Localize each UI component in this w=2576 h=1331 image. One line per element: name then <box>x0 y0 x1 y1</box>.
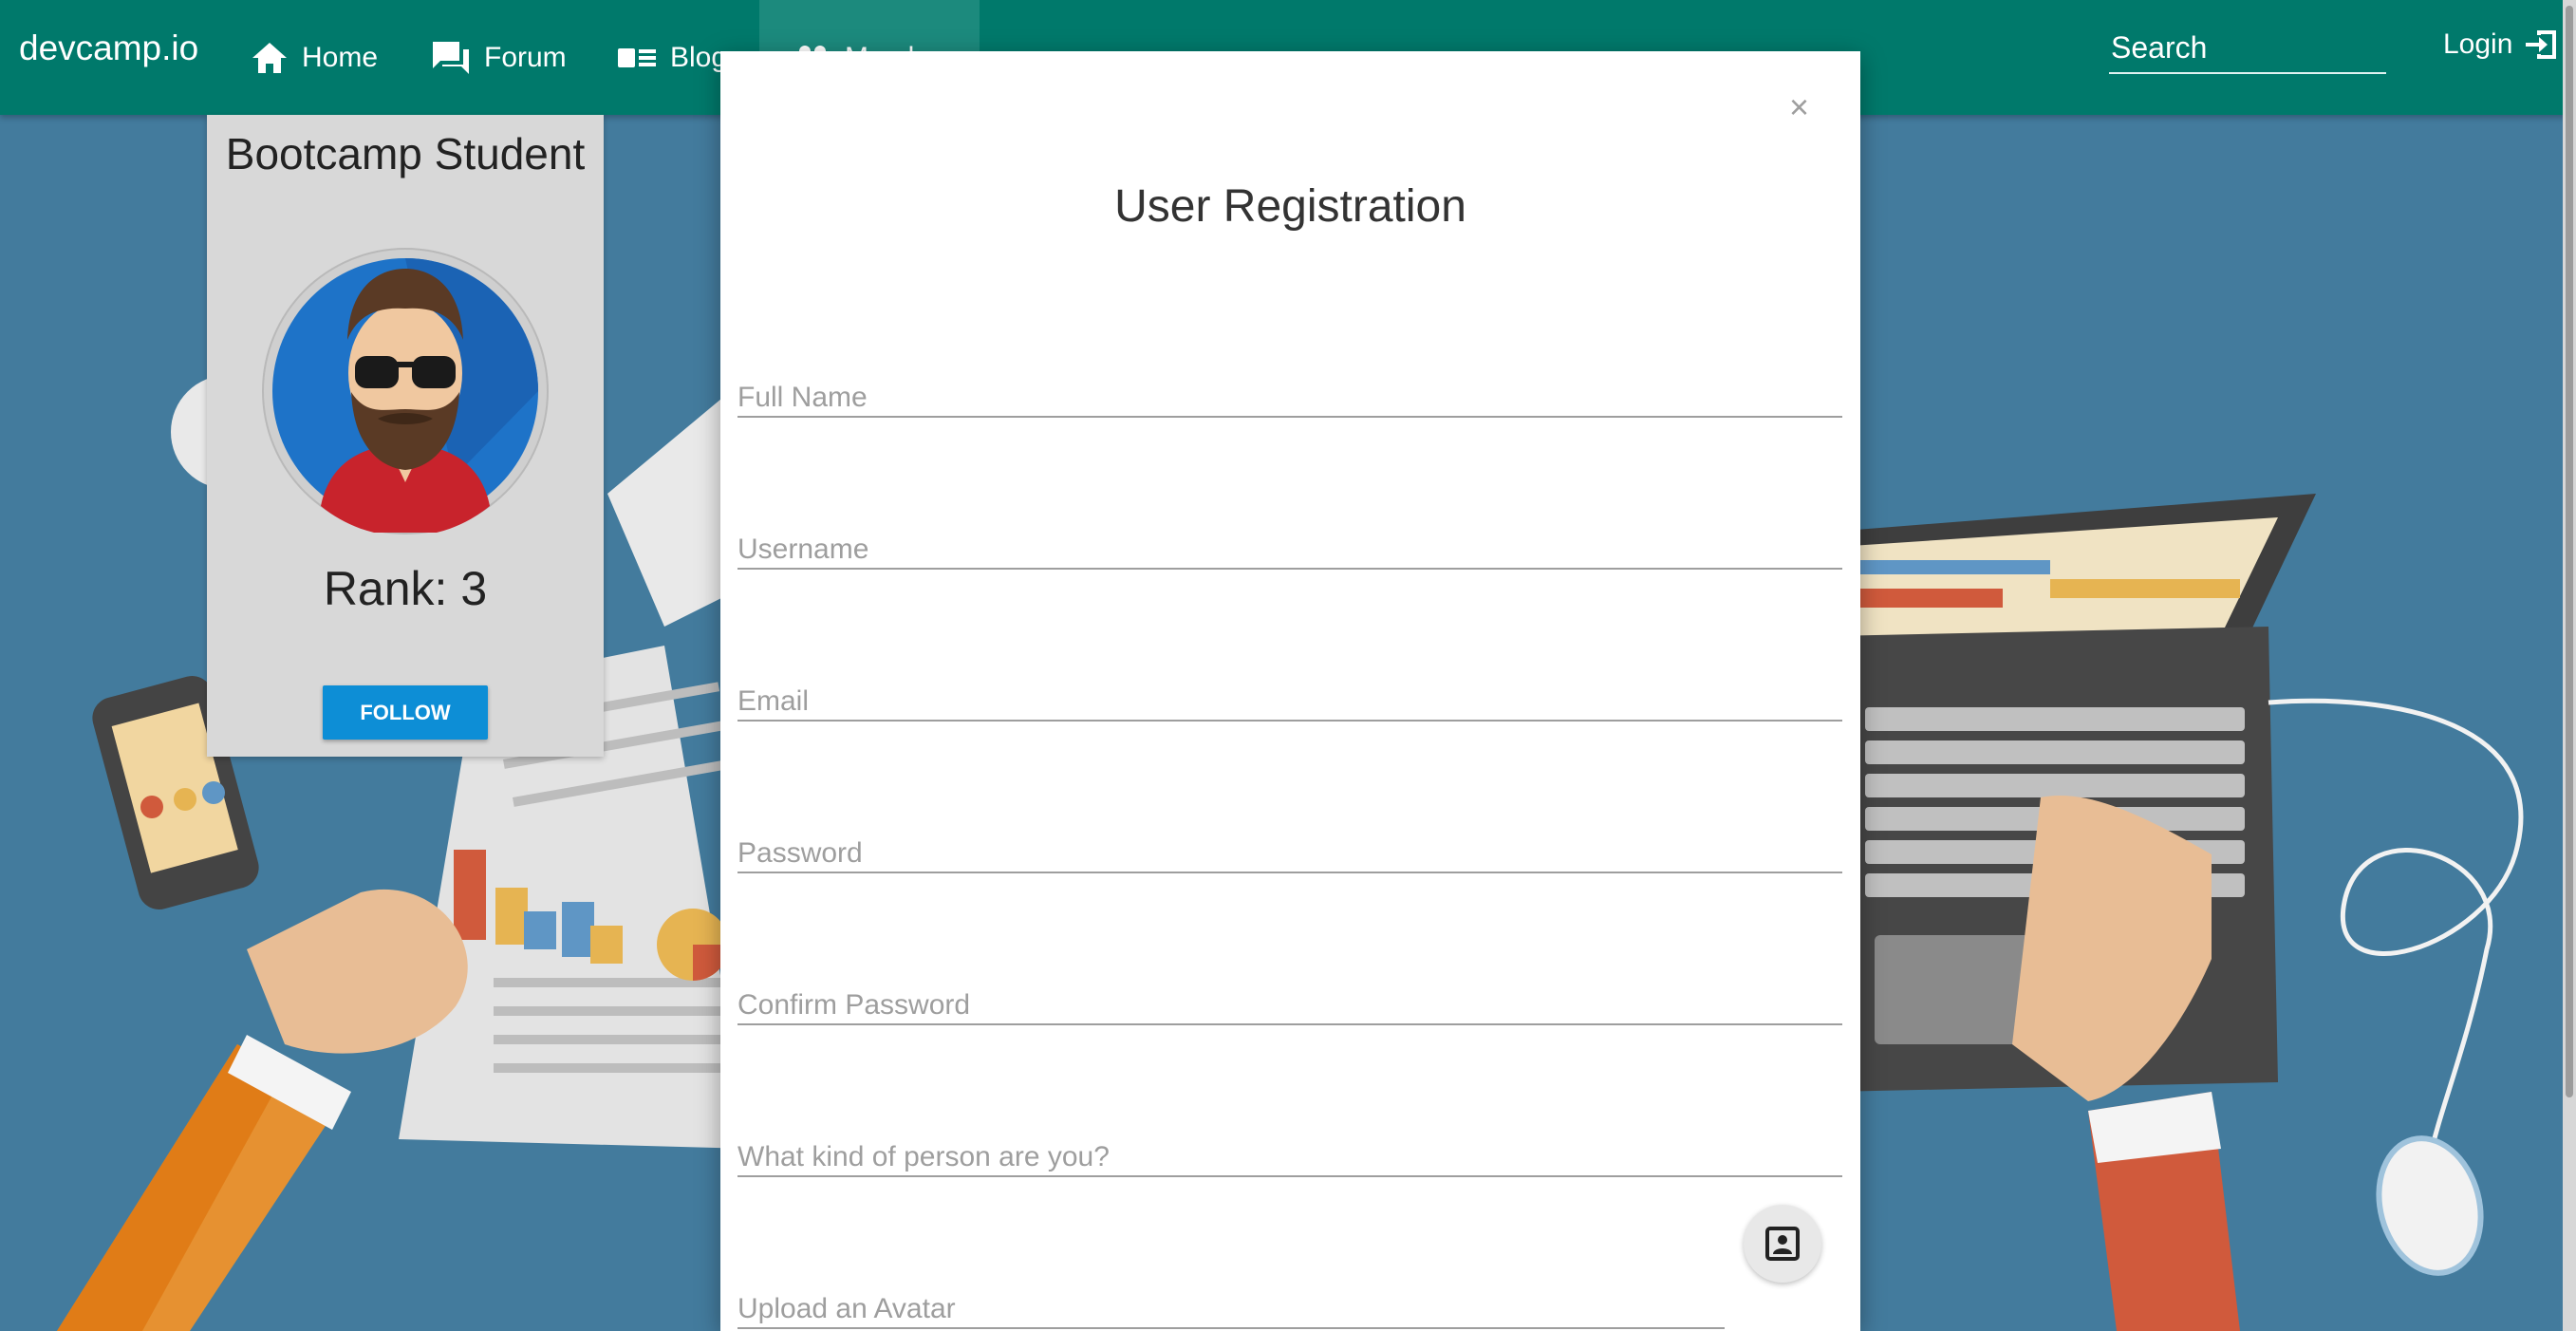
field-placeholder: What kind of person are you? <box>737 1141 1110 1172</box>
brand-logo[interactable]: devcamp.io <box>19 28 198 68</box>
nav-item-label: Forum <box>484 41 567 73</box>
nav-item-label: Home <box>302 41 379 73</box>
login-button[interactable]: Login <box>2443 27 2560 63</box>
avatar-illustration <box>272 258 538 536</box>
field-placeholder: Email <box>737 685 810 717</box>
member-profile-card: Bootcamp Student Rank: 3 FOLLOW <box>207 115 604 757</box>
close-icon[interactable]: × <box>1789 87 1809 127</box>
confirm-password-field[interactable]: Confirm Password <box>737 978 1842 1025</box>
follow-button[interactable]: FOLLOW <box>323 685 488 740</box>
modal-title: User Registration <box>1114 181 1466 232</box>
login-icon <box>2526 30 2557 59</box>
member-rank: Rank: 3 <box>323 562 488 615</box>
upload-avatar-field[interactable]: Upload an Avatar <box>737 1282 1725 1329</box>
nav-item-forum[interactable]: Forum <box>431 0 567 115</box>
field-placeholder: Full Name <box>737 382 868 413</box>
registration-modal: × User Registration Full Name Username E… <box>720 51 1860 1331</box>
member-title: Bootcamp Student <box>225 129 586 178</box>
blogs-icon <box>618 47 656 67</box>
scrollbar-thumb[interactable] <box>2566 6 2573 1097</box>
nav-item-home[interactable]: Home <box>251 0 378 115</box>
upload-avatar-button[interactable] <box>1744 1205 1821 1283</box>
avatar[interactable] <box>264 250 547 536</box>
portrait-icon <box>1765 1227 1800 1261</box>
login-label: Login <box>2443 28 2513 60</box>
person-type-field[interactable]: What kind of person are you? <box>737 1130 1842 1177</box>
home-icon <box>252 42 287 73</box>
field-placeholder: Confirm Password <box>737 989 971 1021</box>
field-placeholder: Username <box>737 534 869 565</box>
forum-icon <box>433 41 469 74</box>
field-placeholder: Password <box>737 837 863 869</box>
email-field[interactable]: Email <box>737 674 1842 722</box>
field-placeholder: Upload an Avatar <box>737 1293 956 1324</box>
search-input[interactable]: Search <box>2109 27 2386 74</box>
page-scrollbar[interactable] <box>2563 0 2576 1331</box>
password-field[interactable]: Password <box>737 826 1842 873</box>
full-name-field[interactable]: Full Name <box>737 370 1842 418</box>
search-placeholder: Search <box>2111 30 2208 65</box>
username-field[interactable]: Username <box>737 522 1842 570</box>
